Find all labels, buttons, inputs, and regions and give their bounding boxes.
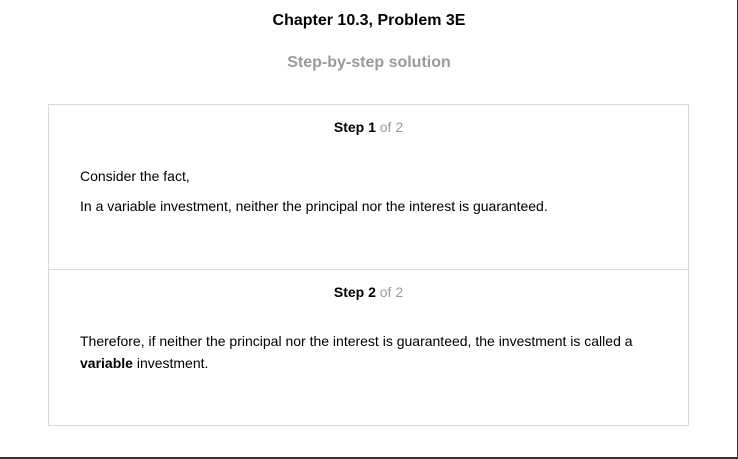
step-text-part: Therefore, if neither the principal nor … — [80, 333, 633, 349]
step-header: Step 1 of 2 — [49, 119, 688, 135]
step-label: Step 1 — [333, 119, 376, 135]
step-card-1: Step 1 of 2 Consider the fact, In a vari… — [49, 105, 688, 270]
step-header: Step 2 of 2 — [49, 284, 688, 300]
step-paragraph: Therefore, if neither the principal nor … — [80, 330, 660, 374]
step-label: Step 2 — [333, 284, 376, 300]
emphasized-term: variable — [80, 355, 133, 371]
step-paragraph: In a variable investment, neither the pr… — [80, 198, 548, 214]
solution-panel: Step 1 of 2 Consider the fact, In a vari… — [48, 104, 689, 426]
step-text-part: investment. — [132, 355, 209, 371]
step-paragraph: Consider the fact, — [80, 168, 190, 184]
page-title: Chapter 10.3, Problem 3E — [272, 12, 466, 29]
step-count: of 2 — [375, 119, 404, 135]
step-card-2: Step 2 of 2 Therefore, if neither the pr… — [49, 270, 688, 425]
page-subtitle: Step-by-step solution — [287, 54, 451, 71]
step-count: of 2 — [375, 284, 404, 300]
